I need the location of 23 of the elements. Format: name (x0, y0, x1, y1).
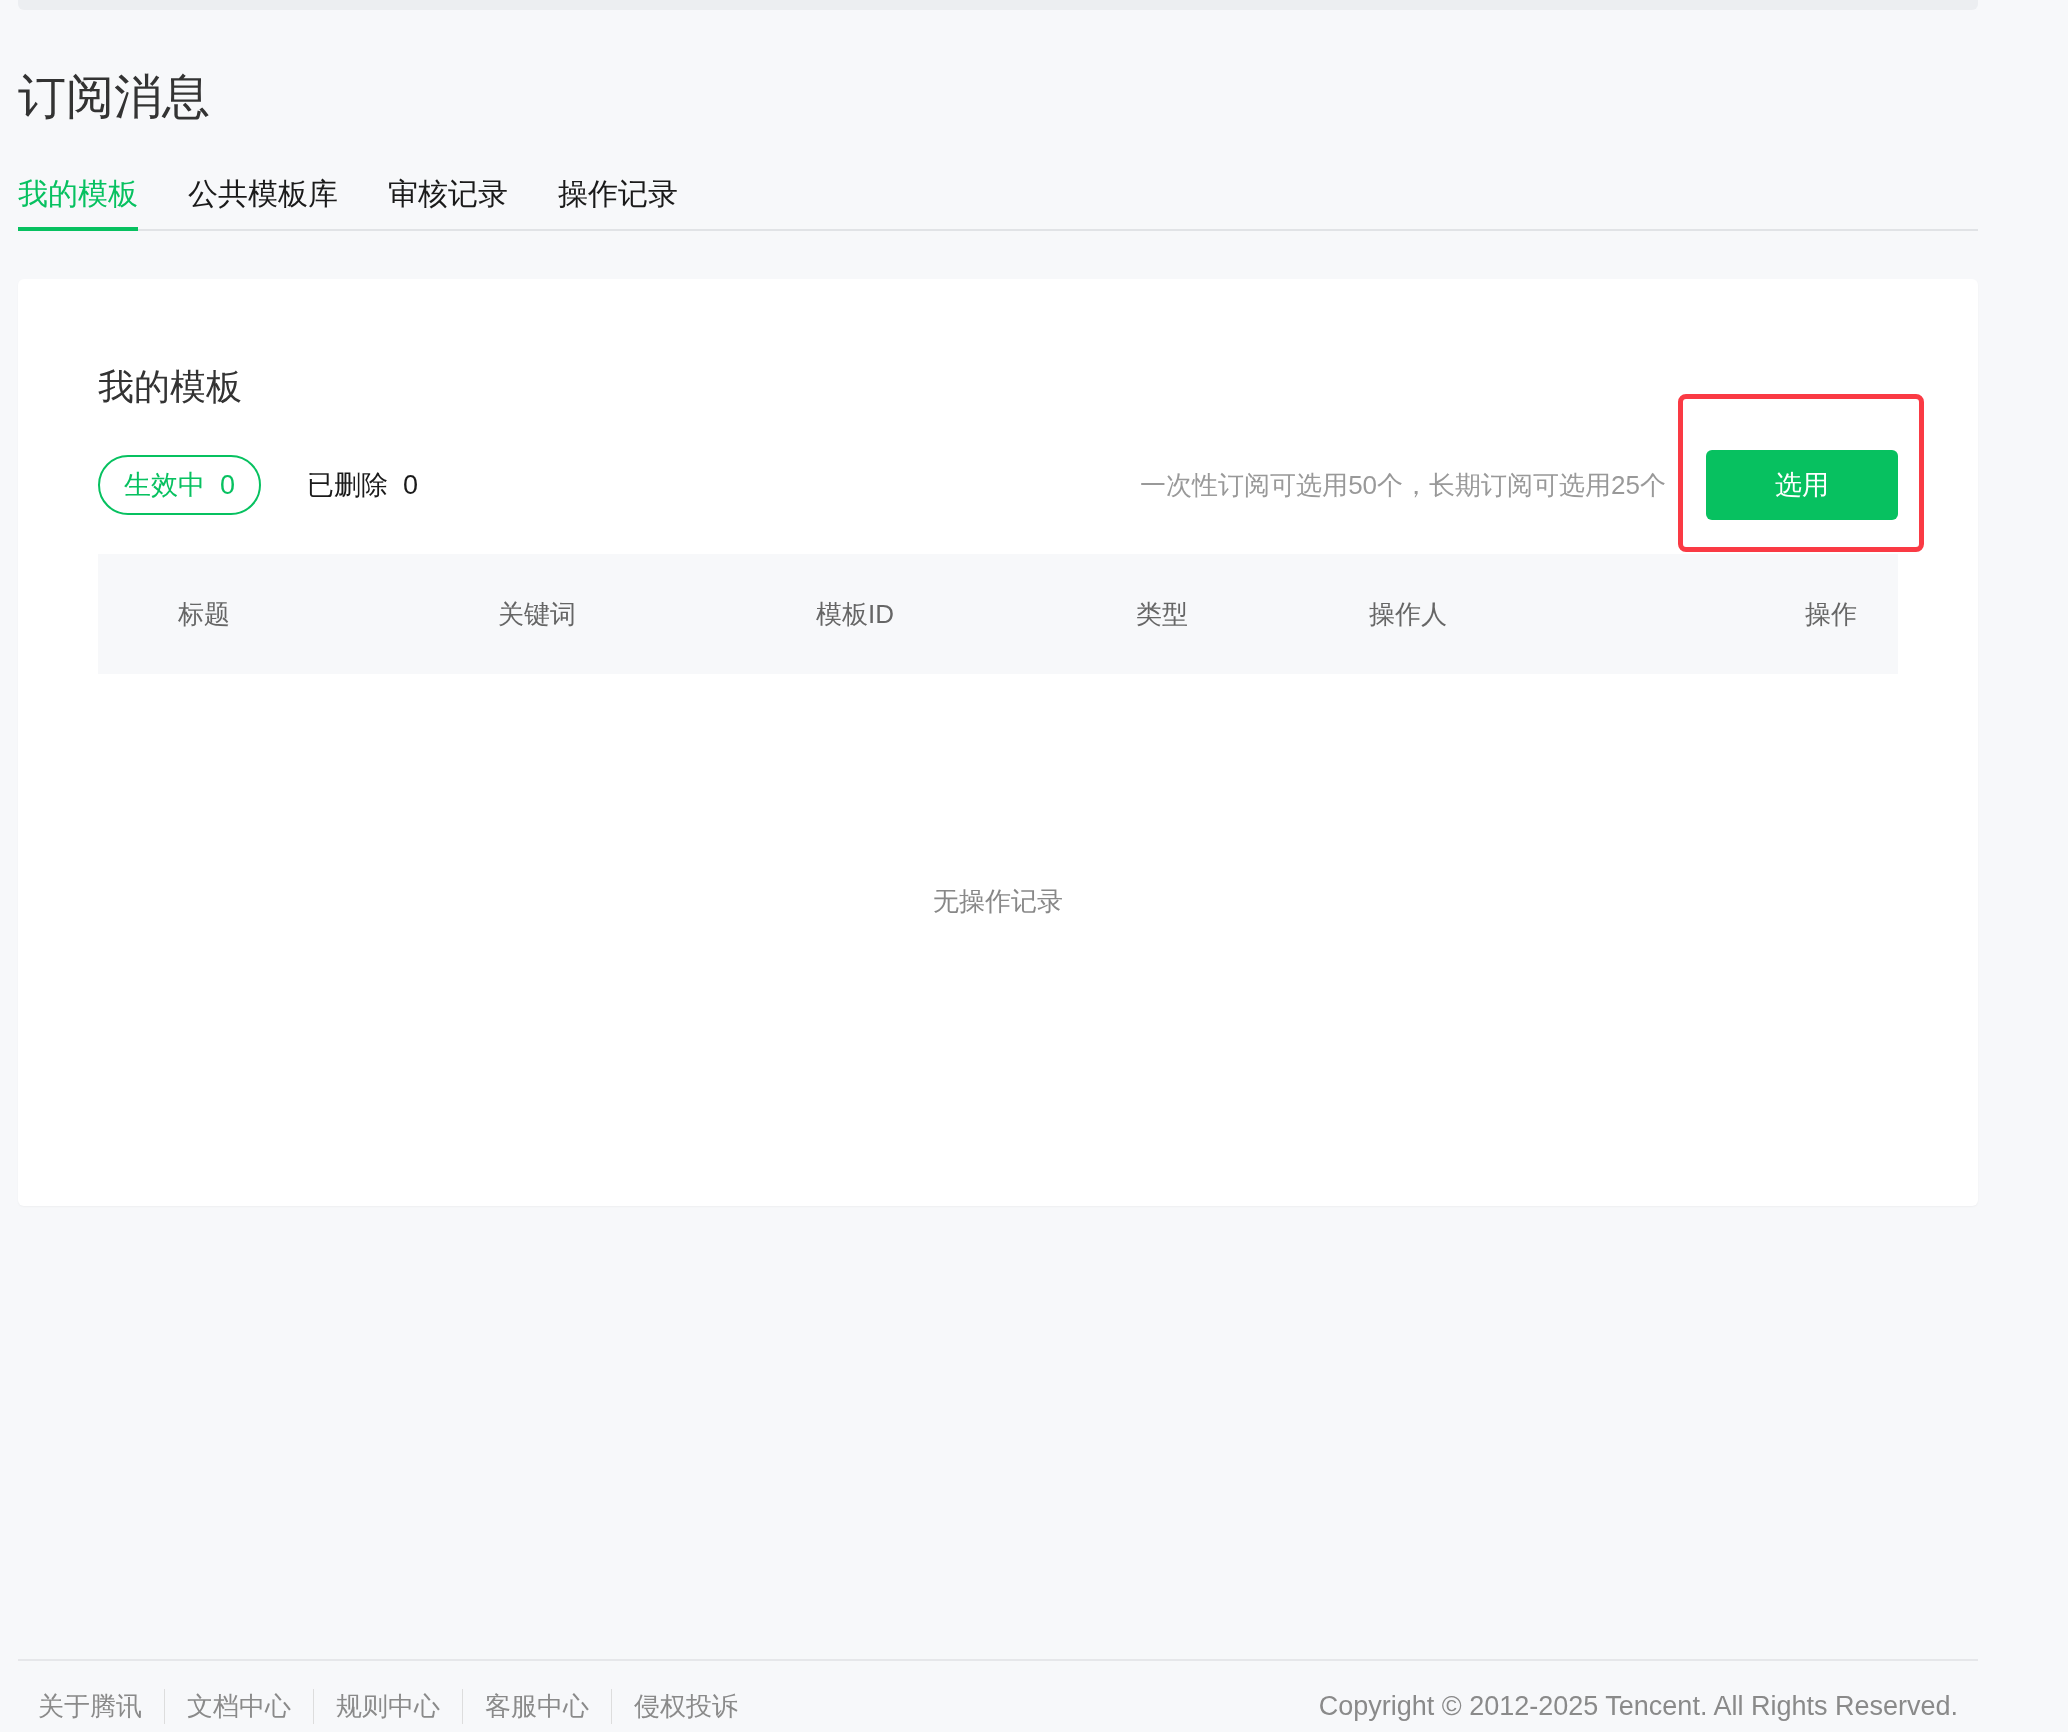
column-header: 关键词 (498, 597, 577, 631)
tab[interactable]: 操作记录 (558, 174, 678, 231)
empty-message: 无操作记录 (932, 885, 1064, 918)
column-header: 类型 (1136, 597, 1189, 631)
column-header: 操作人 (1369, 597, 1448, 631)
page-title: 订阅消息 (18, 69, 211, 125)
status-filter[interactable]: 已删除 0 (281, 455, 445, 515)
status-filter[interactable]: 生效中 0 (98, 455, 262, 515)
copyright-text: Copyright © 2012-2025 Tencent. All Rights Reserved. (1318, 1691, 1958, 1722)
footer-link[interactable]: 关于腾讯 (38, 1689, 164, 1724)
column-header: 操作 (1805, 597, 1857, 631)
footer-link[interactable]: 侵权投诉 (611, 1689, 760, 1724)
footer-link[interactable]: 客服中心 (462, 1689, 611, 1724)
footer-link[interactable]: 规则中心 (313, 1689, 462, 1724)
select-button[interactable]: 选用 (1706, 450, 1898, 520)
quota-note: 一次性订阅可选用50个，长期订阅可选用25个 (1140, 468, 1666, 502)
column-header: 标题 (178, 597, 231, 631)
card-title: 我的模板 (98, 365, 243, 409)
footer-link[interactable]: 文档中心 (164, 1689, 313, 1724)
column-header: 模板ID (816, 597, 895, 631)
tab[interactable]: 我的模板 (18, 174, 138, 231)
tab[interactable]: 审核记录 (388, 174, 508, 231)
tab[interactable]: 公共模板库 (188, 174, 338, 231)
